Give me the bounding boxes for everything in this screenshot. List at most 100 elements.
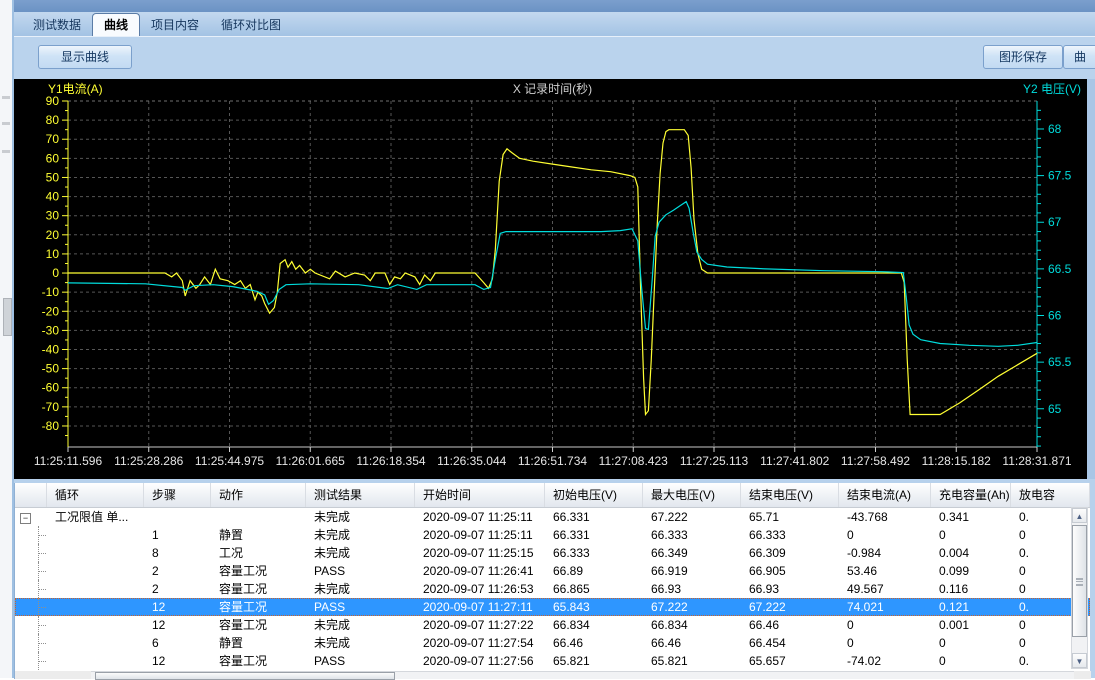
cell-v0: 66.46 (545, 634, 643, 652)
tab-bar: 测试数据 曲线 项目内容 循环对比图 (14, 12, 1095, 36)
cell-action: 容量工况 (211, 562, 306, 580)
table-row[interactable]: 6静置未完成2020-09-07 11:27:5466.4666.4666.45… (15, 634, 1090, 652)
battery-test-app-window: 测试数据 曲线 项目内容 循环对比图 显示曲线 图形保存 曲 908070605… (0, 0, 1095, 678)
cell-result: 未完成 (306, 580, 415, 598)
table-header-row: 循环步骤动作测试结果开始时间初始电压(V)最大电压(V)结束电压(V)结束电流(… (15, 483, 1090, 508)
cell-step: 2 (144, 562, 211, 580)
cell-v0: 66.331 (545, 508, 643, 526)
cell-chg: 0 (931, 652, 1011, 670)
window-right-border (1087, 79, 1095, 479)
cell-vmax: 66.333 (643, 526, 741, 544)
cell-result: 未完成 (306, 526, 415, 544)
column-header[interactable] (15, 483, 47, 507)
column-header-7[interactable]: 最大电压(V) (643, 483, 741, 507)
cell-start: 2020-09-07 11:27:11 (415, 598, 545, 616)
cell-chg: 0 (931, 526, 1011, 544)
tab-curve[interactable]: 曲线 (92, 13, 140, 36)
column-header-3[interactable]: 动作 (211, 483, 306, 507)
cell-iend: 49.567 (839, 580, 931, 598)
cell-result: PASS (306, 562, 415, 580)
cell-step: 8 (144, 544, 211, 562)
table-row[interactable]: 2容量工况未完成2020-09-07 11:26:5366.86566.9366… (15, 580, 1090, 598)
cell-iend: 0 (839, 526, 931, 544)
column-header-8[interactable]: 结束电压(V) (741, 483, 839, 507)
cell-chg: 0 (931, 634, 1011, 652)
cell-chg: 0.099 (931, 562, 1011, 580)
cell-cycle (47, 544, 144, 562)
tree-indent-cell (15, 652, 47, 670)
cell-vmax: 66.93 (643, 580, 741, 598)
cell-result: 未完成 (306, 508, 415, 526)
cell-chg: 0.116 (931, 580, 1011, 598)
svg-text:11:27:25.113: 11:27:25.113 (680, 454, 749, 468)
svg-text:11:26:01.665: 11:26:01.665 (276, 454, 346, 468)
column-header-1[interactable]: 循环 (47, 483, 144, 507)
tree-indent-cell (15, 562, 47, 580)
column-header-2[interactable]: 步骤 (144, 483, 211, 507)
cell-v0: 66.865 (545, 580, 643, 598)
table-row[interactable]: 8工况未完成2020-09-07 11:25:1566.33366.34966.… (15, 544, 1090, 562)
svg-text:-40: -40 (42, 343, 60, 357)
cell-result: 未完成 (306, 634, 415, 652)
scroll-down-icon[interactable]: ▼ (1072, 653, 1087, 668)
show-curve-button[interactable]: 显示曲线 (38, 45, 132, 69)
cell-vmax: 66.46 (643, 634, 741, 652)
horizontal-scroll-thumb[interactable] (95, 672, 395, 680)
column-header-11[interactable]: 放电容 (1011, 483, 1090, 507)
cell-result: PASS (306, 652, 415, 670)
cell-cycle (47, 634, 144, 652)
table-vertical-scrollbar[interactable]: ▲ ▼ (1071, 507, 1088, 669)
scroll-up-icon[interactable]: ▲ (1072, 508, 1087, 523)
tree-indent-cell (15, 634, 47, 652)
tab-cycle-comparison[interactable]: 循环对比图 (210, 15, 292, 36)
cell-result: 未完成 (306, 616, 415, 634)
svg-text:67: 67 (1048, 215, 1062, 229)
cell-v0: 66.331 (545, 526, 643, 544)
table-row[interactable]: 1静置未完成2020-09-07 11:25:1166.33166.33366.… (15, 526, 1090, 544)
sliver-mark (2, 150, 10, 153)
cell-action: 容量工况 (211, 616, 306, 634)
table-row[interactable]: 12容量工况PASS2020-09-07 11:27:5665.82165.82… (15, 652, 1090, 670)
svg-text:66: 66 (1048, 309, 1062, 323)
cell-start: 2020-09-07 11:27:54 (415, 634, 545, 652)
cell-action: 容量工况 (211, 580, 306, 598)
cell-v0: 66.834 (545, 616, 643, 634)
column-header-10[interactable]: 充电容量(Ah) (931, 483, 1011, 507)
svg-text:50: 50 (46, 170, 60, 184)
table-row[interactable]: 12容量工况PASS2020-09-07 11:27:1165.84367.22… (15, 598, 1090, 616)
cell-vend: 66.46 (741, 616, 839, 634)
cell-chg: 0.004 (931, 544, 1011, 562)
table-row[interactable]: 12容量工况未完成2020-09-07 11:27:2266.83466.834… (15, 616, 1090, 634)
cell-action: 静置 (211, 526, 306, 544)
tree-collapse-icon[interactable]: − (20, 513, 31, 524)
table-body: −工况限值 单...未完成2020-09-07 11:25:1166.33167… (15, 508, 1090, 672)
table-row[interactable]: −工况限值 单...未完成2020-09-07 11:25:1166.33167… (15, 508, 1090, 526)
svg-text:20: 20 (46, 228, 60, 242)
scroll-grip-icon (1076, 581, 1083, 583)
curve-chart-canvas[interactable]: 9080706050403020100-10-20-30-40-50-60-70… (14, 79, 1087, 479)
tab-test-data[interactable]: 测试数据 (22, 15, 92, 36)
column-header-5[interactable]: 开始时间 (415, 483, 545, 507)
column-header-6[interactable]: 初始电压(V) (545, 483, 643, 507)
vertical-scroll-thumb[interactable] (1072, 525, 1087, 637)
svg-text:0: 0 (52, 266, 59, 280)
cell-iend: 0 (839, 616, 931, 634)
cell-chg: 0.341 (931, 508, 1011, 526)
column-header-9[interactable]: 结束电流(A) (839, 483, 931, 507)
table-row[interactable]: 2容量工况PASS2020-09-07 11:26:4166.8966.9196… (15, 562, 1090, 580)
cell-chg: 0.121 (931, 598, 1011, 616)
sliver-mark (2, 96, 10, 99)
clipped-right-button[interactable]: 曲 (1063, 45, 1095, 69)
column-header-4[interactable]: 测试结果 (306, 483, 415, 507)
svg-text:11:27:41.802: 11:27:41.802 (760, 454, 830, 468)
cell-start: 2020-09-07 11:26:53 (415, 580, 545, 598)
cell-v0: 66.89 (545, 562, 643, 580)
cell-iend: -0.984 (839, 544, 931, 562)
cell-step (144, 508, 211, 526)
svg-text:-70: -70 (42, 400, 60, 414)
tab-project-content[interactable]: 项目内容 (140, 15, 210, 36)
cell-chg: 0.001 (931, 616, 1011, 634)
save-graphic-button[interactable]: 图形保存 (983, 45, 1063, 69)
svg-text:65.5: 65.5 (1048, 355, 1072, 369)
cell-vend: 66.93 (741, 580, 839, 598)
